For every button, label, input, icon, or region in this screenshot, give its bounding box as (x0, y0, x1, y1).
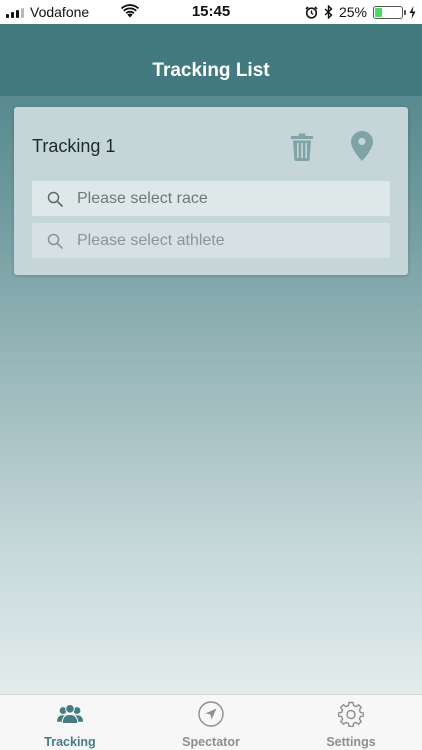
tracking-card-title: Tracking 1 (32, 136, 116, 156)
tab-spectator-label: Spectator (182, 735, 240, 749)
race-select-field[interactable] (32, 181, 390, 216)
tab-bar: Tracking Spectator Settings (0, 694, 422, 750)
battery-percent: 25% (338, 4, 367, 20)
tracking-card: Tracking 1 (14, 107, 408, 275)
athlete-search-input[interactable] (77, 223, 377, 258)
alarm-icon (305, 5, 318, 19)
tab-settings[interactable]: Settings (291, 695, 411, 750)
search-icon (47, 233, 63, 249)
athlete-select-field[interactable] (32, 223, 390, 258)
status-bar: Vodafone 15:45 25% (0, 0, 422, 24)
navigation-arrow-icon (198, 701, 224, 727)
race-search-input[interactable] (77, 181, 377, 216)
battery-level-fill (375, 7, 382, 17)
page-title: Tracking List (152, 60, 270, 81)
tab-tracking-label: Tracking (44, 735, 96, 749)
bluetooth-icon (324, 5, 333, 19)
status-bar-right: 25% (305, 4, 416, 20)
delete-trash-icon[interactable] (291, 133, 313, 161)
group-icon (57, 703, 83, 725)
location-pin-icon[interactable] (351, 131, 373, 161)
tab-spectator[interactable]: Spectator (151, 695, 271, 750)
battery-icon (373, 5, 406, 19)
navigation-header: Tracking List (0, 24, 422, 96)
gear-icon (338, 701, 364, 727)
tab-tracking[interactable]: Tracking (10, 695, 130, 750)
tab-settings-label: Settings (326, 735, 376, 749)
charging-bolt-icon (409, 5, 416, 19)
search-icon (47, 191, 63, 207)
